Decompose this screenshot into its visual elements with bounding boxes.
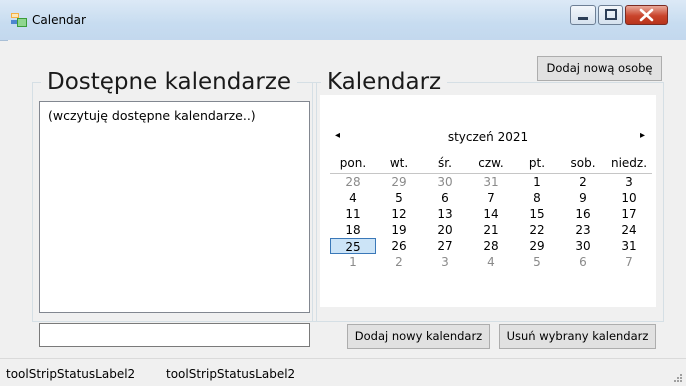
calendar-day[interactable]: 30: [560, 238, 606, 254]
calendar-day[interactable]: 12: [376, 206, 422, 222]
calendar-day[interactable]: 5: [376, 190, 422, 206]
close-icon: [639, 8, 654, 22]
calendar-day-today[interactable]: 25: [330, 238, 376, 254]
calendar-day[interactable]: 5: [514, 254, 560, 270]
weekday-label: czw.: [478, 156, 504, 170]
next-month-icon[interactable]: ▸: [640, 130, 645, 141]
calendar-week-row: 11 12 13 14 15 16 17: [330, 206, 652, 222]
minimize-button[interactable]: [570, 5, 596, 25]
calendar-day[interactable]: 19: [376, 222, 422, 238]
calendar-day[interactable]: 10: [606, 190, 652, 206]
add-calendar-button[interactable]: Dodaj nowy kalendarz: [347, 324, 490, 349]
window-title: Calendar: [32, 13, 86, 27]
remove-calendar-button[interactable]: Usuń wybrany kalendarz: [499, 324, 656, 349]
calendar-day[interactable]: 14: [468, 206, 514, 222]
calendar-day[interactable]: 17: [606, 206, 652, 222]
resize-grip-icon[interactable]: [672, 372, 682, 382]
calendar-title: Kalendarz: [327, 69, 442, 95]
calendar-day[interactable]: 3: [606, 174, 652, 190]
calendar-day[interactable]: 9: [560, 190, 606, 206]
calendar-day[interactable]: 15: [514, 206, 560, 222]
calendar-day[interactable]: 2: [560, 174, 606, 190]
calendar-week-row: 18 19 20 21 22 23 24: [330, 222, 652, 238]
calendar-day[interactable]: 2: [376, 254, 422, 270]
calendar-day[interactable]: 8: [514, 190, 560, 206]
weekday-label: pon.: [339, 156, 367, 170]
calendar-day[interactable]: 4: [468, 254, 514, 270]
calendar-day[interactable]: 31: [468, 174, 514, 190]
calendar-day[interactable]: 29: [376, 174, 422, 190]
weekday-label: śr.: [438, 156, 452, 170]
calendar-day[interactable]: 31: [606, 238, 652, 254]
weekday-header: pon. wt. śr. czw. pt. sob. niedz.: [330, 155, 652, 174]
calendar-week-row: 28 29 30 31 1 2 3: [330, 174, 652, 190]
calendar-week-row: 4 5 6 7 8 9 10: [330, 190, 652, 206]
calendar-day[interactable]: 18: [330, 222, 376, 238]
calendar-day[interactable]: 23: [560, 222, 606, 238]
calendar-day[interactable]: 28: [330, 174, 376, 190]
status-label-1: toolStripStatusLabel2: [6, 367, 136, 381]
calendar-day[interactable]: 26: [376, 238, 422, 254]
calendar-grid: pon. wt. śr. czw. pt. sob. niedz. 28 29 …: [330, 155, 652, 270]
minimize-icon: [578, 17, 588, 20]
calendar-day[interactable]: 24: [606, 222, 652, 238]
month-calendar[interactable]: ◂ styczeń 2021 ▸ pon. wt. śr. czw. pt. s…: [320, 95, 656, 307]
title-bar[interactable]: Calendar: [0, 0, 686, 41]
calendar-day[interactable]: 29: [514, 238, 560, 254]
available-calendars-title: Dostępne kalendarze: [47, 69, 292, 95]
calendar-day[interactable]: 16: [560, 206, 606, 222]
calendar-day[interactable]: 13: [422, 206, 468, 222]
calendar-week-row: 25 26 27 28 29 30 31: [330, 238, 652, 254]
calendars-listbox[interactable]: (wczytuję dostępne kalendarze..): [39, 101, 310, 313]
status-label-2: toolStripStatusLabel2: [166, 367, 296, 381]
weekday-label: niedz.: [610, 156, 648, 170]
weekday-label: sob.: [570, 156, 596, 170]
list-item[interactable]: (wczytuję dostępne kalendarze..): [48, 108, 256, 123]
maximize-icon: [605, 9, 617, 20]
calendar-name-input[interactable]: [39, 323, 310, 347]
calendar-day[interactable]: 30: [422, 174, 468, 190]
calendar-month-label[interactable]: styczeń 2021: [320, 130, 656, 144]
close-button[interactable]: [625, 5, 668, 25]
calendar-day[interactable]: 1: [330, 254, 376, 270]
calendar-day[interactable]: 6: [560, 254, 606, 270]
calendar-app-icon: [11, 13, 27, 27]
weekday-label: wt.: [389, 156, 409, 170]
calendar-day[interactable]: 20: [422, 222, 468, 238]
calendar-day[interactable]: 7: [606, 254, 652, 270]
status-bar: toolStripStatusLabel2 toolStripStatusLab…: [0, 358, 686, 386]
calendar-week-row: 1 2 3 4 5 6 7: [330, 254, 652, 270]
calendar-day[interactable]: 22: [514, 222, 560, 238]
maximize-button[interactable]: [598, 5, 623, 25]
calendar-day[interactable]: 28: [468, 238, 514, 254]
calendar-day[interactable]: 7: [468, 190, 514, 206]
calendar-day[interactable]: 11: [330, 206, 376, 222]
calendar-day[interactable]: 4: [330, 190, 376, 206]
weekday-label: pt.: [528, 156, 546, 170]
calendar-day[interactable]: 6: [422, 190, 468, 206]
calendar-day[interactable]: 1: [514, 174, 560, 190]
calendar-day[interactable]: 27: [422, 238, 468, 254]
calendar-day[interactable]: 3: [422, 254, 468, 270]
calendar-day[interactable]: 21: [468, 222, 514, 238]
